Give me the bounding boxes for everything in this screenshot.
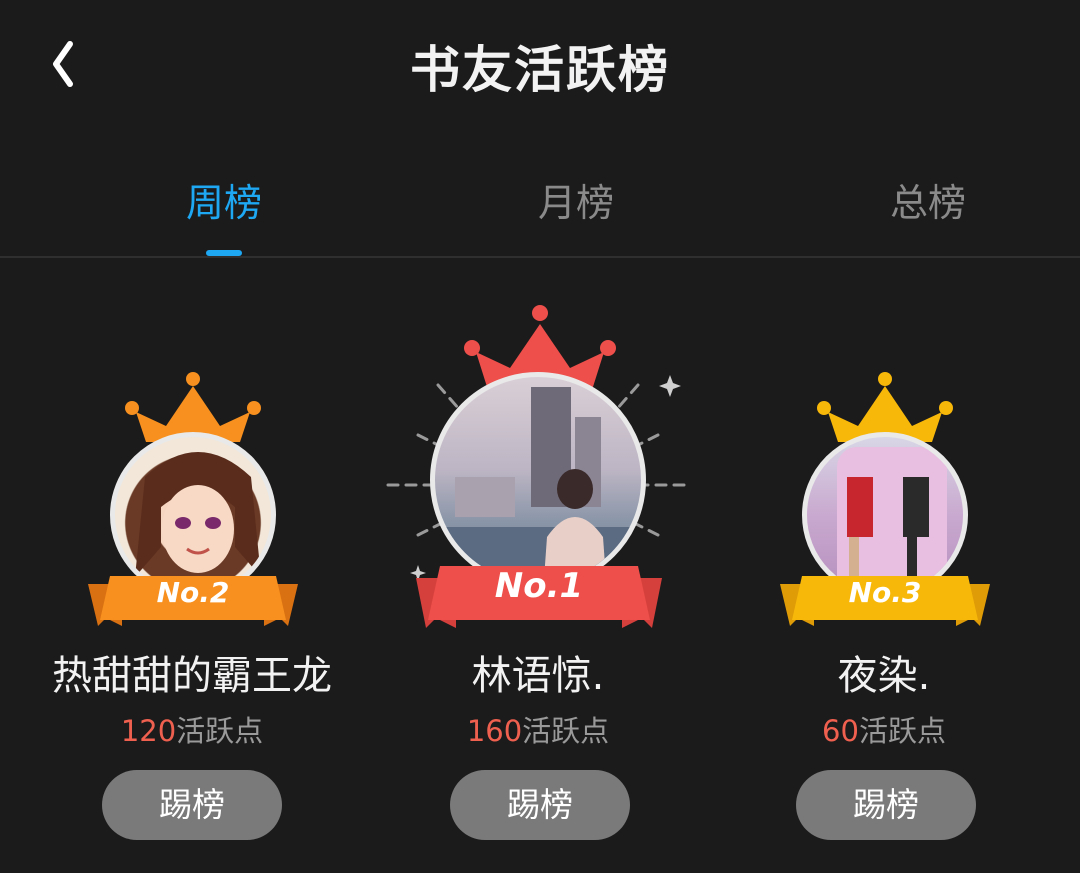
avatar[interactable] xyxy=(430,372,646,588)
tab-bar: 周榜 月榜 总榜 xyxy=(0,150,1080,256)
points-value: 160 xyxy=(466,714,523,748)
header-bar: 书友活跃榜 xyxy=(0,0,1080,130)
user-name: 林语惊. xyxy=(471,653,605,699)
points-value: 60 xyxy=(822,714,859,748)
activity-points: 120活跃点 xyxy=(22,708,362,750)
kick-button[interactable]: 踢榜 xyxy=(796,770,976,840)
tab-weekly[interactable]: 周榜 xyxy=(124,172,324,227)
rank-label: No.3 xyxy=(848,576,922,609)
rank-card-3: No.3 夜染. 60活跃点 踢榜 xyxy=(714,300,1054,860)
activity-points: 60活跃点 xyxy=(714,708,1054,750)
points-suffix: 活跃点 xyxy=(176,714,264,748)
rank-card-2: No.2 热甜甜的霸王龙 120活跃点 踢榜 xyxy=(22,300,362,860)
kick-button[interactable]: 踢榜 xyxy=(450,770,630,840)
rank-label: No.2 xyxy=(156,576,230,609)
tab-total[interactable]: 总榜 xyxy=(828,172,1028,227)
tab-monthly[interactable]: 月榜 xyxy=(476,172,676,227)
points-suffix: 活跃点 xyxy=(522,714,610,748)
rank-card-1: No.1 林语惊. 160活跃点 踢榜 xyxy=(368,300,708,860)
points-value: 120 xyxy=(120,714,177,748)
kick-button[interactable]: 踢榜 xyxy=(102,770,282,840)
activity-points: 160活跃点 xyxy=(368,708,708,750)
avatar-image xyxy=(435,387,641,583)
rank-label: No.1 xyxy=(494,566,584,606)
user-name: 夜染. xyxy=(837,653,931,699)
divider xyxy=(0,256,1080,258)
points-suffix: 活跃点 xyxy=(858,714,946,748)
page-title: 书友活跃榜 xyxy=(410,41,670,99)
user-name: 热甜甜的霸王龙 xyxy=(52,653,332,699)
